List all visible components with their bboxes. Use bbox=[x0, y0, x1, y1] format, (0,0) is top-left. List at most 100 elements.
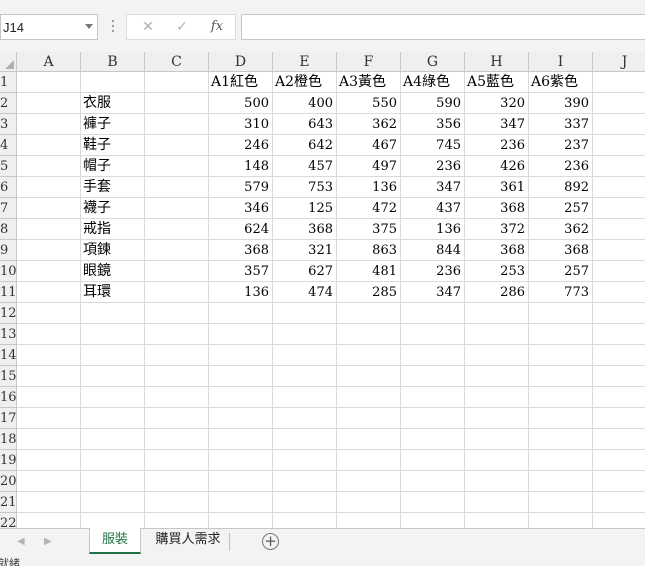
cell-f15[interactable] bbox=[337, 366, 401, 387]
row-header-17[interactable]: 17 bbox=[0, 408, 17, 429]
cell-c14[interactable] bbox=[145, 345, 209, 366]
cell-b7[interactable]: 襪子 bbox=[81, 198, 145, 219]
cell-f19[interactable] bbox=[337, 450, 401, 471]
cell-c8[interactable] bbox=[145, 219, 209, 240]
cell-j8[interactable] bbox=[593, 219, 645, 240]
cell-h5[interactable]: 426 bbox=[465, 156, 529, 177]
cell-i15[interactable] bbox=[529, 366, 593, 387]
cell-g2[interactable]: 590 bbox=[401, 93, 465, 114]
cell-h13[interactable] bbox=[465, 324, 529, 345]
cell-e14[interactable] bbox=[273, 345, 337, 366]
cell-e11[interactable]: 474 bbox=[273, 282, 337, 303]
cell-c17[interactable] bbox=[145, 408, 209, 429]
cell-i14[interactable] bbox=[529, 345, 593, 366]
cell-i21[interactable] bbox=[529, 492, 593, 513]
cell-a1[interactable] bbox=[17, 72, 81, 93]
cell-b13[interactable] bbox=[81, 324, 145, 345]
column-header-g[interactable]: G bbox=[401, 52, 465, 72]
cell-g3[interactable]: 356 bbox=[401, 114, 465, 135]
cell-c10[interactable] bbox=[145, 261, 209, 282]
cell-c20[interactable] bbox=[145, 471, 209, 492]
cell-e22[interactable] bbox=[273, 513, 337, 528]
column-header-f[interactable]: F bbox=[337, 52, 401, 72]
cell-d12[interactable] bbox=[209, 303, 273, 324]
cell-j11[interactable] bbox=[593, 282, 645, 303]
cell-d4[interactable]: 246 bbox=[209, 135, 273, 156]
cell-d21[interactable] bbox=[209, 492, 273, 513]
row-header-16[interactable]: 16 bbox=[0, 387, 17, 408]
cell-j14[interactable] bbox=[593, 345, 645, 366]
cell-b3[interactable]: 褲子 bbox=[81, 114, 145, 135]
cell-i4[interactable]: 237 bbox=[529, 135, 593, 156]
cell-i6[interactable]: 892 bbox=[529, 177, 593, 198]
cell-d18[interactable] bbox=[209, 429, 273, 450]
cell-g7[interactable]: 437 bbox=[401, 198, 465, 219]
cell-c18[interactable] bbox=[145, 429, 209, 450]
cell-i7[interactable]: 257 bbox=[529, 198, 593, 219]
cell-e7[interactable]: 125 bbox=[273, 198, 337, 219]
cell-e5[interactable]: 457 bbox=[273, 156, 337, 177]
cell-c6[interactable] bbox=[145, 177, 209, 198]
cell-i12[interactable] bbox=[529, 303, 593, 324]
cell-a14[interactable] bbox=[17, 345, 81, 366]
cell-c12[interactable] bbox=[145, 303, 209, 324]
cell-h15[interactable] bbox=[465, 366, 529, 387]
cell-d3[interactable]: 310 bbox=[209, 114, 273, 135]
column-header-i[interactable]: I bbox=[529, 52, 593, 72]
cell-h22[interactable] bbox=[465, 513, 529, 528]
cell-e1[interactable]: A2橙色 bbox=[273, 72, 337, 93]
cell-f20[interactable] bbox=[337, 471, 401, 492]
cell-c7[interactable] bbox=[145, 198, 209, 219]
sheet-tab-buyer-needs[interactable]: 購買人需求 bbox=[149, 528, 227, 554]
cell-c5[interactable] bbox=[145, 156, 209, 177]
cell-d19[interactable] bbox=[209, 450, 273, 471]
cell-c2[interactable] bbox=[145, 93, 209, 114]
column-header-b[interactable]: B bbox=[81, 52, 145, 72]
cell-b21[interactable] bbox=[81, 492, 145, 513]
cell-g6[interactable]: 347 bbox=[401, 177, 465, 198]
row-header-10[interactable]: 10 bbox=[0, 261, 17, 282]
cell-c9[interactable] bbox=[145, 240, 209, 261]
cell-h1[interactable]: A5藍色 bbox=[465, 72, 529, 93]
cell-j7[interactable] bbox=[593, 198, 645, 219]
cell-f2[interactable]: 550 bbox=[337, 93, 401, 114]
select-all-button[interactable] bbox=[0, 52, 17, 72]
cell-h6[interactable]: 361 bbox=[465, 177, 529, 198]
row-header-3[interactable]: 3 bbox=[0, 114, 17, 135]
cell-b12[interactable] bbox=[81, 303, 145, 324]
cell-f16[interactable] bbox=[337, 387, 401, 408]
cell-b14[interactable] bbox=[81, 345, 145, 366]
cell-j15[interactable] bbox=[593, 366, 645, 387]
cell-d20[interactable] bbox=[209, 471, 273, 492]
cell-g5[interactable]: 236 bbox=[401, 156, 465, 177]
cell-c21[interactable] bbox=[145, 492, 209, 513]
cell-b19[interactable] bbox=[81, 450, 145, 471]
cell-i9[interactable]: 368 bbox=[529, 240, 593, 261]
cell-e2[interactable]: 400 bbox=[273, 93, 337, 114]
more-icon[interactable] bbox=[108, 17, 118, 37]
row-header-4[interactable]: 4 bbox=[0, 135, 17, 156]
row-header-11[interactable]: 11 bbox=[0, 282, 17, 303]
cell-j9[interactable] bbox=[593, 240, 645, 261]
cell-i13[interactable] bbox=[529, 324, 593, 345]
cell-e18[interactable] bbox=[273, 429, 337, 450]
cell-d2[interactable]: 500 bbox=[209, 93, 273, 114]
cell-j4[interactable] bbox=[593, 135, 645, 156]
cell-f18[interactable] bbox=[337, 429, 401, 450]
cell-a3[interactable] bbox=[17, 114, 81, 135]
cell-g13[interactable] bbox=[401, 324, 465, 345]
cell-f5[interactable]: 497 bbox=[337, 156, 401, 177]
cell-b8[interactable]: 戒指 bbox=[81, 219, 145, 240]
cell-a10[interactable] bbox=[17, 261, 81, 282]
cell-e10[interactable]: 627 bbox=[273, 261, 337, 282]
cell-e6[interactable]: 753 bbox=[273, 177, 337, 198]
cell-g16[interactable] bbox=[401, 387, 465, 408]
cell-c1[interactable] bbox=[145, 72, 209, 93]
cell-a6[interactable] bbox=[17, 177, 81, 198]
cell-a12[interactable] bbox=[17, 303, 81, 324]
cell-h4[interactable]: 236 bbox=[465, 135, 529, 156]
cell-g19[interactable] bbox=[401, 450, 465, 471]
cell-a5[interactable] bbox=[17, 156, 81, 177]
add-sheet-icon[interactable]: + bbox=[262, 533, 279, 550]
scroll-tabs-right-icon[interactable]: ▶ bbox=[44, 536, 52, 547]
